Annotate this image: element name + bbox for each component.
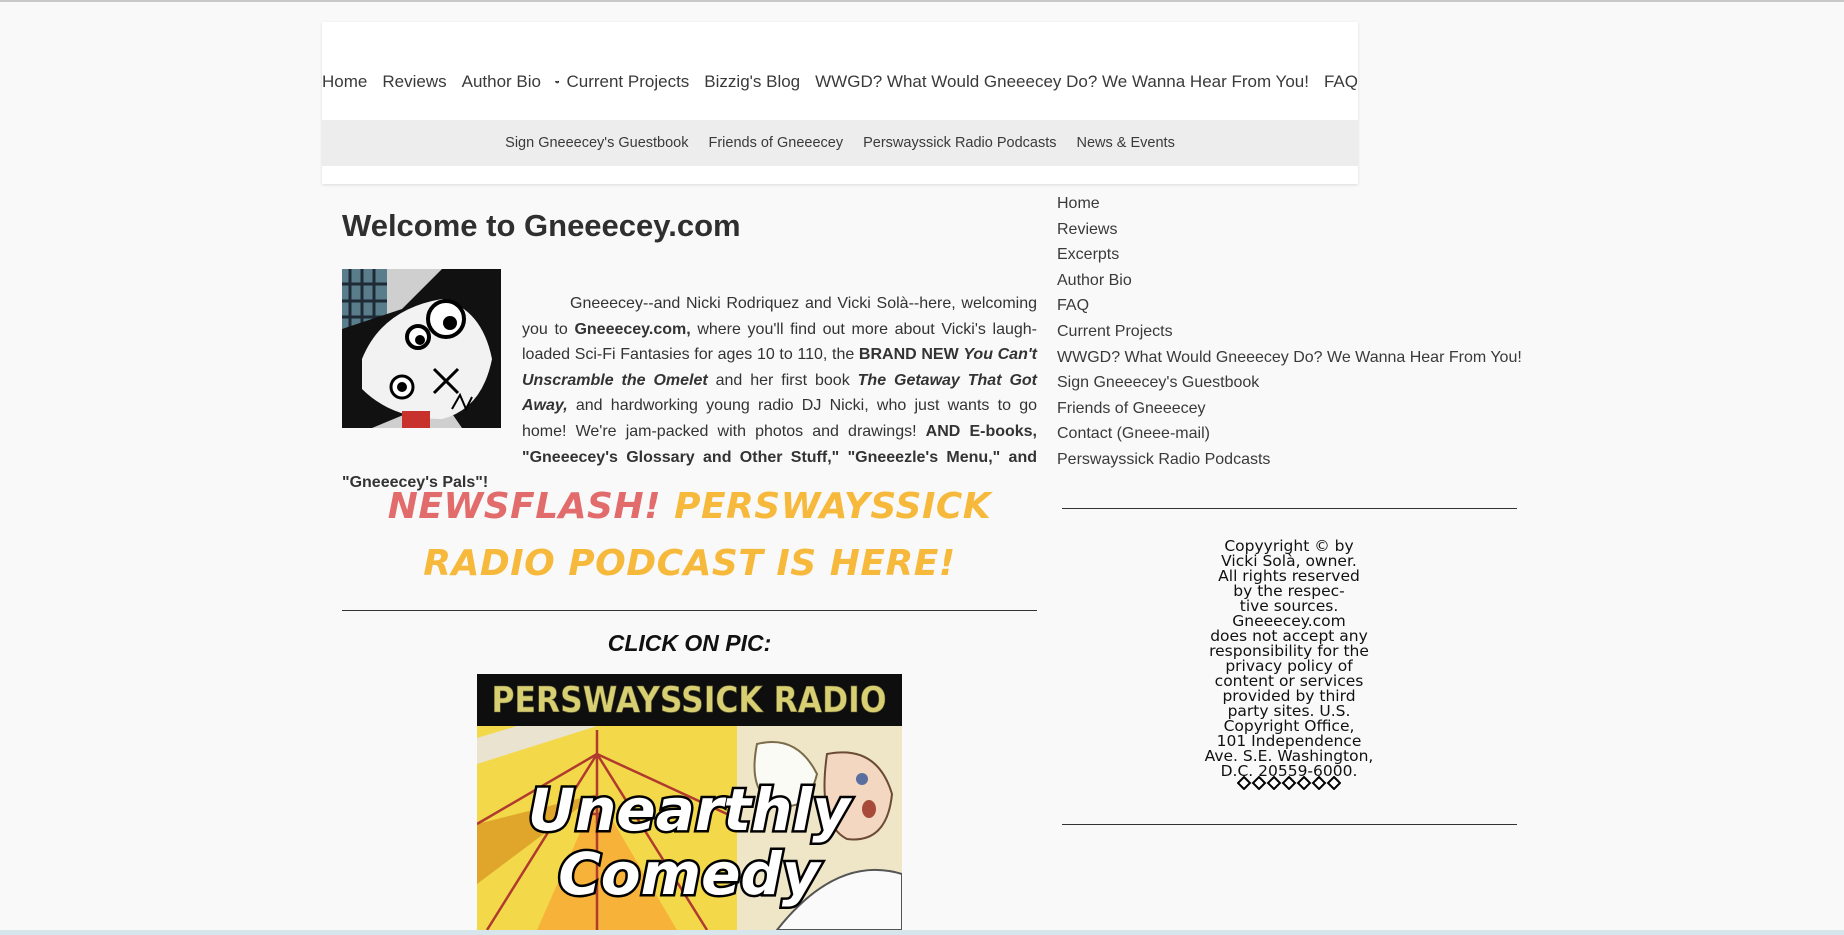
sidebar-link-current-projects[interactable]: Current Projects xyxy=(1057,319,1522,345)
nav-wwgd[interactable]: WWGD? What Would Gneeecey Do? We Wanna H… xyxy=(815,72,1309,92)
sidebar-link-friends[interactable]: Friends of Gneeecey xyxy=(1057,396,1522,422)
copyright-notice: Copyyright © by Vicki Solà, owner. All r… xyxy=(1187,538,1391,779)
nav-reviews[interactable]: Reviews xyxy=(382,72,446,92)
sidebar-link-faq[interactable]: FAQ xyxy=(1057,293,1522,319)
sidebar-link-author-bio[interactable]: Author Bio xyxy=(1057,268,1522,294)
sub-nav: Sign Gneeecey's Guestbook Friends of Gne… xyxy=(322,120,1358,166)
intro-brand-new: BRAND NEW xyxy=(858,346,964,364)
subnav-friends[interactable]: Friends of Gneeecey xyxy=(708,135,843,151)
sidebar-link-guestbook[interactable]: Sign Gneeecey's Guestbook xyxy=(1057,370,1522,396)
sidebar-link-excerpts[interactable]: Excerpts xyxy=(1057,242,1522,268)
diamond-ornament-icon xyxy=(1237,776,1341,790)
nav-author-bio[interactable]: Author Bio xyxy=(462,72,541,92)
banner-title-text: PERSWAYSSICK RADIO xyxy=(492,680,887,721)
window-bottom-edge xyxy=(0,930,1844,935)
click-on-pic-label: CLICK ON PIC: xyxy=(607,630,772,656)
banner-comedy-text: Comedy xyxy=(558,840,822,908)
nav-bizzigs-blog[interactable]: Bizzig's Blog xyxy=(704,72,800,92)
podcast-banner-image[interactable]: PERSWAYSSICK RADIO Unearthly Comedy xyxy=(477,674,902,930)
sidebar-link-home[interactable]: Home xyxy=(1057,191,1522,217)
intro-site-name: Gneeecey.com, xyxy=(574,320,691,338)
nav-current-projects[interactable]: Current Projects xyxy=(566,72,689,92)
intro-text-3: and her first book xyxy=(707,371,858,389)
window-top-border xyxy=(0,0,1844,2)
subnav-guestbook[interactable]: Sign Gneeecey's Guestbook xyxy=(505,135,688,151)
subnav-podcasts[interactable]: Perswayssick Radio Podcasts xyxy=(863,135,1056,151)
sidebar-nav: Home Reviews Excerpts Author Bio FAQ Cur… xyxy=(1057,191,1522,473)
sidebar-link-reviews[interactable]: Reviews xyxy=(1057,217,1522,243)
subnav-news-events[interactable]: News & Events xyxy=(1077,135,1175,151)
photo-spacer xyxy=(342,291,522,449)
sidebar-divider-top xyxy=(1062,508,1517,509)
sidebar-divider-bottom xyxy=(1062,824,1517,825)
gneeecey-logo-icon[interactable] xyxy=(555,58,560,106)
sidebar-link-contact[interactable]: Contact (Gneee-mail) xyxy=(1057,421,1522,447)
content-divider xyxy=(342,610,1037,611)
newsflash-label: NEWSFLASH! xyxy=(387,486,662,527)
intro-paragraph: Gneeecey--and Nicki Rodriquez and Vicki … xyxy=(342,291,1037,496)
page-title: Welcome to Gneeecey.com xyxy=(342,208,741,243)
nav-home[interactable]: Home xyxy=(322,72,367,92)
banner-unearthly-text: Unearthly xyxy=(528,776,852,844)
newsflash-heading: NEWSFLASH! PERSWAYSSICK RADIO PODCAST IS… xyxy=(342,478,1037,592)
sidebar-link-wwgd[interactable]: WWGD? What Would Gneeecey Do? We Wanna H… xyxy=(1057,345,1522,371)
site-header: Home Reviews Author Bio Current Projects… xyxy=(322,22,1358,184)
nav-faq[interactable]: FAQ xyxy=(1324,72,1358,92)
sidebar-link-podcasts[interactable]: Perswayssick Radio Podcasts xyxy=(1057,447,1522,473)
